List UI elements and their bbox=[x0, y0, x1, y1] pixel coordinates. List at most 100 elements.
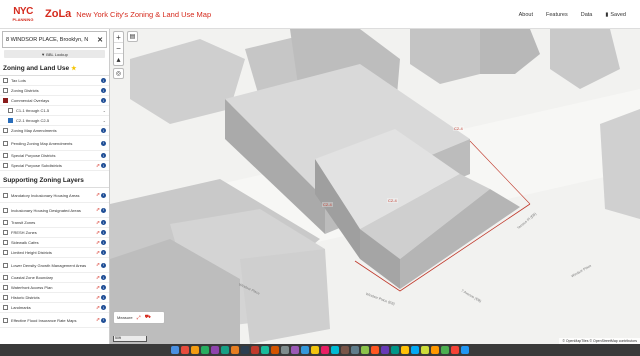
layer-checkbox[interactable] bbox=[3, 163, 8, 168]
dock-app-icon[interactable] bbox=[251, 346, 259, 354]
layer-item[interactable]: Sidewalk Cafes ⇗ i bbox=[0, 238, 109, 248]
layer-checkbox[interactable] bbox=[3, 275, 8, 280]
dock-app-icon[interactable] bbox=[421, 346, 429, 354]
dock-app-icon[interactable] bbox=[401, 346, 409, 354]
info-icon[interactable]: i bbox=[101, 250, 106, 255]
dock-app-icon[interactable] bbox=[381, 346, 389, 354]
info-icon[interactable]: i bbox=[101, 240, 106, 245]
layer-item[interactable]: Commercial Overlays i bbox=[0, 96, 109, 106]
layer-item[interactable]: Effective Flood Insurance Rate Maps ⇗ i bbox=[0, 313, 109, 328]
external-link-icon[interactable]: ⇗ bbox=[96, 207, 100, 213]
external-link-icon[interactable]: ⇗ bbox=[96, 305, 100, 311]
layer-checkbox[interactable] bbox=[3, 220, 8, 225]
info-icon[interactable]: i bbox=[101, 88, 106, 93]
external-link-icon[interactable]: ⇗ bbox=[96, 275, 100, 281]
info-icon[interactable]: i bbox=[101, 153, 106, 158]
search-input[interactable] bbox=[6, 36, 96, 43]
zoning-label[interactable]: C2-4 bbox=[453, 126, 464, 131]
layer-item[interactable]: Landmarks ⇗ i bbox=[0, 303, 109, 313]
info-icon[interactable]: i bbox=[101, 295, 106, 300]
layer-item[interactable]: Special Purpose Subdistricts ⇗ i bbox=[0, 161, 109, 171]
layer-checkbox[interactable] bbox=[3, 305, 8, 310]
external-link-icon[interactable]: ⇗ bbox=[96, 240, 100, 246]
external-link-icon[interactable]: ⇗ bbox=[96, 220, 100, 226]
info-icon[interactable]: i bbox=[101, 98, 106, 103]
info-icon[interactable]: i bbox=[101, 317, 106, 323]
dock-app-icon[interactable] bbox=[171, 346, 179, 354]
dock-app-icon[interactable] bbox=[201, 346, 209, 354]
external-link-icon[interactable]: ⇗ bbox=[96, 230, 100, 236]
dock-app-icon[interactable] bbox=[321, 346, 329, 354]
ruler-icon[interactable]: ⤢ bbox=[137, 315, 141, 321]
dock-app-icon[interactable] bbox=[291, 346, 299, 354]
dock-app-icon[interactable] bbox=[461, 346, 469, 354]
dock-app-icon[interactable] bbox=[181, 346, 189, 354]
dock-app-icon[interactable] bbox=[231, 346, 239, 354]
layer-checkbox[interactable] bbox=[3, 317, 8, 323]
layer-item[interactable]: Special Purpose Districts i bbox=[0, 151, 109, 161]
info-icon[interactable]: i bbox=[101, 192, 106, 198]
chevron-down-icon[interactable]: ⌄ bbox=[103, 118, 106, 123]
layer-checkbox[interactable] bbox=[8, 108, 13, 113]
dock-app-icon[interactable] bbox=[241, 346, 249, 354]
external-link-icon[interactable]: ⇗ bbox=[96, 262, 100, 268]
layers-icon[interactable]: ▤ bbox=[127, 31, 138, 42]
zoning-label[interactable]: C2-4 bbox=[387, 198, 398, 203]
external-link-icon[interactable]: ⇗ bbox=[96, 295, 100, 301]
nyc-planning-logo[interactable]: NYC PLANNING bbox=[7, 3, 39, 25]
dock-app-icon[interactable] bbox=[441, 346, 449, 354]
layer-checkbox[interactable] bbox=[3, 250, 8, 255]
layer-item[interactable]: Transit Zones ⇗ i bbox=[0, 218, 109, 228]
dock-app-icon[interactable] bbox=[221, 346, 229, 354]
dock-app-icon[interactable] bbox=[281, 346, 289, 354]
layer-item[interactable]: C1-1 through C1-5 ⌄ bbox=[0, 106, 109, 116]
layer-checkbox[interactable] bbox=[3, 78, 8, 83]
dock-app-icon[interactable] bbox=[411, 346, 419, 354]
layer-item[interactable]: C2-1 through C2-5 ⌄ bbox=[0, 116, 109, 126]
nav-features[interactable]: Features bbox=[546, 12, 568, 18]
info-icon[interactable]: i bbox=[101, 207, 106, 213]
dock-app-icon[interactable] bbox=[191, 346, 199, 354]
layer-checkbox[interactable] bbox=[3, 98, 8, 103]
zoom-out-button[interactable]: − bbox=[114, 43, 123, 54]
info-icon[interactable]: i bbox=[101, 230, 106, 235]
dock-app-icon[interactable] bbox=[331, 346, 339, 354]
layer-checkbox[interactable] bbox=[3, 262, 8, 268]
dock-app-icon[interactable] bbox=[431, 346, 439, 354]
layer-checkbox[interactable] bbox=[3, 240, 8, 245]
map-view[interactable]: C2-4 C2-4 C2-4 Windsor Place (EB) 7 Aven… bbox=[110, 29, 640, 344]
dock-app-icon[interactable] bbox=[371, 346, 379, 354]
info-icon[interactable]: i bbox=[101, 285, 106, 290]
external-link-icon[interactable]: ⇗ bbox=[96, 250, 100, 256]
layer-checkbox[interactable] bbox=[3, 192, 8, 198]
layer-item[interactable]: Historic Districts ⇗ i bbox=[0, 293, 109, 303]
dock-app-icon[interactable] bbox=[301, 346, 309, 354]
layer-checkbox[interactable] bbox=[3, 230, 8, 235]
info-icon[interactable]: i bbox=[101, 78, 106, 83]
external-link-icon[interactable]: ⇗ bbox=[96, 163, 100, 169]
dock-app-icon[interactable] bbox=[341, 346, 349, 354]
layer-checkbox[interactable] bbox=[3, 207, 8, 213]
layer-item[interactable]: Pending Zoning Map Amendments i bbox=[0, 136, 109, 151]
dock-app-icon[interactable] bbox=[211, 346, 219, 354]
layer-item[interactable]: Tax Lots i bbox=[0, 76, 109, 86]
dock-app-icon[interactable] bbox=[261, 346, 269, 354]
info-icon[interactable]: i bbox=[101, 163, 106, 168]
info-icon[interactable]: i bbox=[101, 140, 106, 146]
dock-app-icon[interactable] bbox=[451, 346, 459, 354]
layer-checkbox[interactable] bbox=[3, 128, 8, 133]
compass-icon[interactable]: ▴ bbox=[114, 54, 123, 65]
app-name[interactable]: ZoLa bbox=[45, 8, 71, 20]
external-link-icon[interactable]: ⇗ bbox=[96, 285, 100, 291]
dock-app-icon[interactable] bbox=[311, 346, 319, 354]
zoning-label[interactable]: C2-4 bbox=[322, 202, 333, 207]
dock-app-icon[interactable] bbox=[351, 346, 359, 354]
layer-checkbox[interactable] bbox=[3, 88, 8, 93]
layer-item[interactable]: Coastal Zone Boundary ⇗ i bbox=[0, 273, 109, 283]
dock-app-icon[interactable] bbox=[361, 346, 369, 354]
layer-item[interactable]: Inclusionary Housing Designated Areas ⇗ i bbox=[0, 203, 109, 218]
info-icon[interactable]: i bbox=[101, 275, 106, 280]
layer-checkbox[interactable] bbox=[8, 118, 13, 123]
info-icon[interactable]: i bbox=[101, 128, 106, 133]
zoom-in-button[interactable]: + bbox=[114, 32, 123, 43]
